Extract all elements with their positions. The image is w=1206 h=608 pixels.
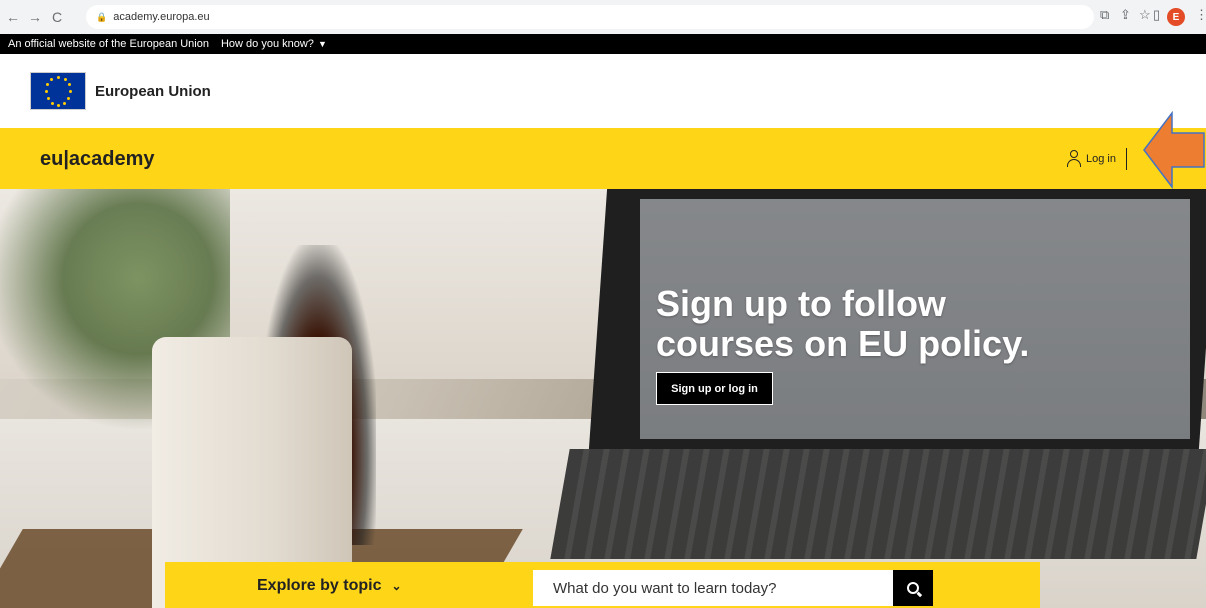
user-icon — [1066, 150, 1082, 168]
chevron-down-icon: ⌄ — [391, 579, 402, 593]
explore-by-topic-label: Explore by topic — [257, 577, 382, 594]
chevron-down-icon: ▼ — [317, 39, 327, 49]
header-divider — [1125, 148, 1127, 170]
search-button[interactable] — [893, 570, 933, 606]
site-header: eu|academy Log in — [0, 128, 1206, 189]
hero-banner: Sign up to follow courses on EU policy. … — [0, 189, 1206, 608]
signup-login-button[interactable]: Sign up or log in — [656, 372, 773, 405]
bookmark-star-icon[interactable]: ☆ — [1139, 7, 1151, 23]
search-input[interactable] — [533, 570, 893, 606]
more-menu-icon[interactable]: ⋮ — [1195, 7, 1206, 23]
how-do-you-know-label: How do you know? — [220, 38, 314, 50]
login-button[interactable]: Log in — [1066, 148, 1127, 170]
official-website-text: An official website of the European Unio… — [8, 38, 209, 50]
european-union-title: European Union — [95, 83, 211, 100]
hero-keyboard-image — [550, 449, 1206, 559]
share-icon[interactable]: ⇪ — [1120, 7, 1131, 23]
hero-headline: Sign up to follow courses on EU policy. — [656, 284, 1029, 363]
eu-header: European Union — [0, 54, 1206, 128]
explore-search-bar: Explore by topic ⌄ — [165, 562, 1040, 608]
annotation-arrow-icon — [1143, 111, 1205, 189]
reload-icon[interactable]: C — [48, 9, 66, 25]
explore-by-topic-dropdown[interactable]: Explore by topic ⌄ — [257, 577, 402, 595]
how-do-you-know-link[interactable]: How do you know? ▼ — [221, 38, 327, 50]
search-icon — [907, 582, 919, 594]
url-text: academy.europa.eu — [113, 11, 210, 23]
back-icon[interactable]: ← — [4, 9, 22, 25]
sidepanel-icon[interactable]: ▯ — [1153, 7, 1160, 23]
address-bar[interactable]: 🔒 academy.europa.eu — [86, 5, 1094, 29]
forward-icon[interactable]: → — [26, 9, 44, 25]
hero-headline-line2: courses on EU policy. — [656, 322, 1030, 364]
eu-official-banner: An official website of the European Unio… — [0, 34, 1206, 54]
profile-avatar[interactable]: E — [1167, 8, 1185, 26]
translate-icon[interactable]: ⧉ — [1100, 7, 1109, 23]
login-label: Log in — [1086, 153, 1116, 165]
browser-toolbar: ← → C 🔒 academy.europa.eu ⧉ ⇪ ☆ ▯ E ⋮ — [0, 0, 1206, 34]
lock-icon: 🔒 — [96, 11, 108, 22]
hero-headline-line1: Sign up to follow — [656, 283, 946, 324]
eu-academy-logo[interactable]: eu|academy — [40, 148, 155, 171]
eu-flag-logo[interactable] — [30, 72, 86, 110]
